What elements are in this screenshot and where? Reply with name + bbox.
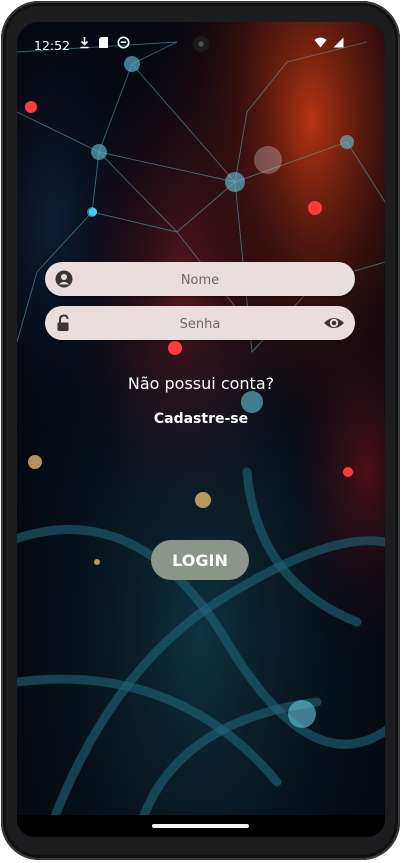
status-icons-right [314, 37, 344, 48]
status-bar: 12:52 [17, 22, 385, 66]
password-field[interactable] [45, 306, 355, 342]
status-icons-left [79, 36, 130, 49]
password-input[interactable] [81, 306, 319, 342]
sd-card-icon [99, 37, 108, 48]
wifi-icon [314, 37, 327, 48]
camera-cutout [193, 36, 209, 52]
background-network-image [17, 22, 385, 837]
app-notification-icon [117, 36, 130, 49]
name-input[interactable] [81, 262, 319, 298]
status-time: 12:52 [34, 38, 71, 53]
signal-icon [333, 37, 344, 48]
no-account-text: Não possui conta? [127, 374, 275, 393]
eye-icon[interactable] [323, 313, 345, 333]
home-indicator[interactable] [152, 824, 249, 828]
signup-link[interactable]: Cadastre-se [17, 411, 385, 427]
user-icon [55, 270, 73, 288]
app-screen: 12:52 Nome Não possui conta? Cadastre-se… [17, 22, 385, 837]
unlock-icon [57, 314, 69, 331]
name-field[interactable] [45, 262, 355, 298]
download-icon [80, 37, 89, 49]
navigation-bar [17, 815, 385, 837]
login-button[interactable]: LOGIN [151, 540, 249, 580]
